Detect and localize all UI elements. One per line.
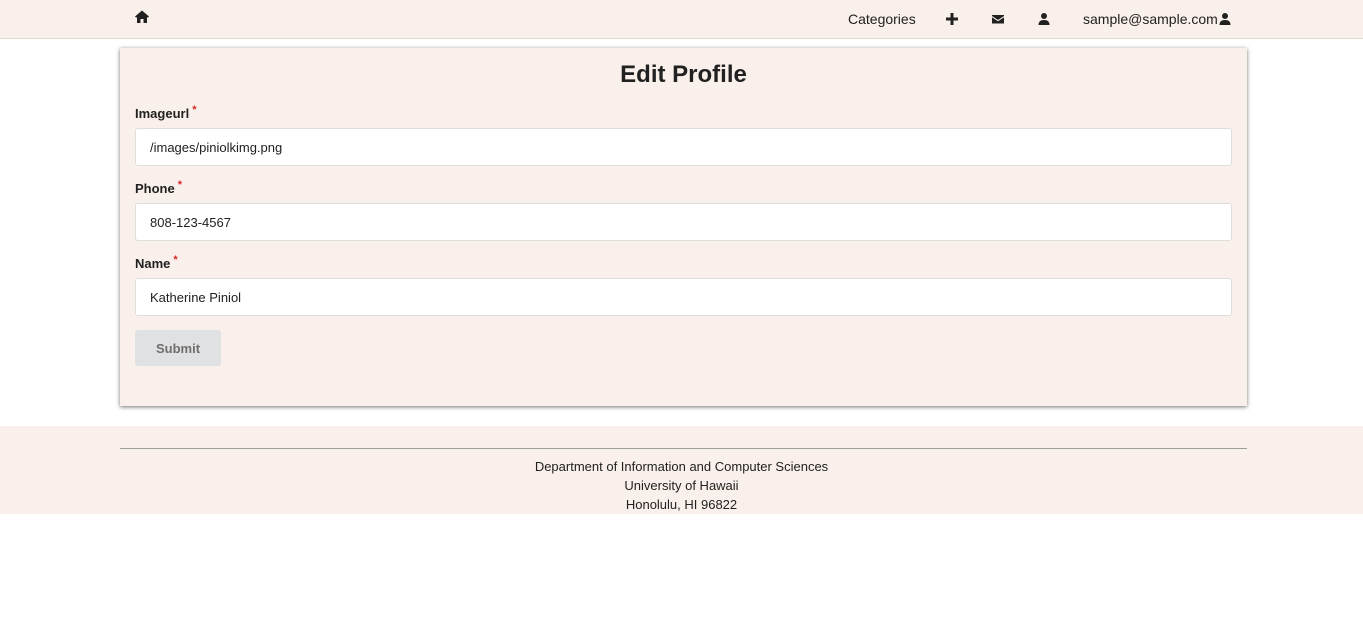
required-marker: * <box>173 254 178 266</box>
footer-department: Department of Information and Computer S… <box>534 459 829 474</box>
phone-label-text: Phone <box>135 181 175 196</box>
user-icon <box>1218 12 1232 26</box>
footer-divider <box>120 448 1247 449</box>
plus-icon <box>945 12 959 26</box>
footer-university: University of Hawaii <box>624 478 739 493</box>
page-title: Edit Profile <box>620 61 747 88</box>
imageurl-label: Imageurl * <box>135 104 197 121</box>
imageurl-input[interactable] <box>135 128 1232 166</box>
nav-categories-link[interactable]: Categories <box>848 0 916 38</box>
imageurl-label-text: Imageurl <box>135 106 190 121</box>
nav-categories-label: Categories <box>848 11 916 27</box>
user-account-menu[interactable]: sample@sample.com <box>1083 0 1232 38</box>
submit-button[interactable]: Submit <box>135 330 221 366</box>
user-icon <box>1037 12 1051 26</box>
edit-profile-form: Edit Profile Imageurl* Phone* Name* Subm… <box>120 48 1247 406</box>
footer: Department of Information and Computer S… <box>0 426 1363 514</box>
top-navbar: Categories sample@sample.com <box>0 0 1363 39</box>
name-label-text: Name <box>135 256 171 271</box>
envelope-icon <box>991 12 1005 26</box>
profile-button[interactable] <box>1037 0 1051 38</box>
user-email: sample@sample.com <box>1083 11 1218 27</box>
messages-button[interactable] <box>991 0 1005 38</box>
home-icon[interactable] <box>134 9 154 27</box>
required-marker: * <box>192 104 197 116</box>
phone-label: Phone * <box>135 179 183 196</box>
phone-input[interactable] <box>135 203 1232 241</box>
add-button[interactable] <box>945 0 959 38</box>
required-marker: * <box>177 179 183 191</box>
name-input[interactable] <box>135 278 1232 316</box>
name-label: Name * <box>135 254 178 271</box>
footer-address: Honolulu, HI 96822 <box>625 497 738 512</box>
